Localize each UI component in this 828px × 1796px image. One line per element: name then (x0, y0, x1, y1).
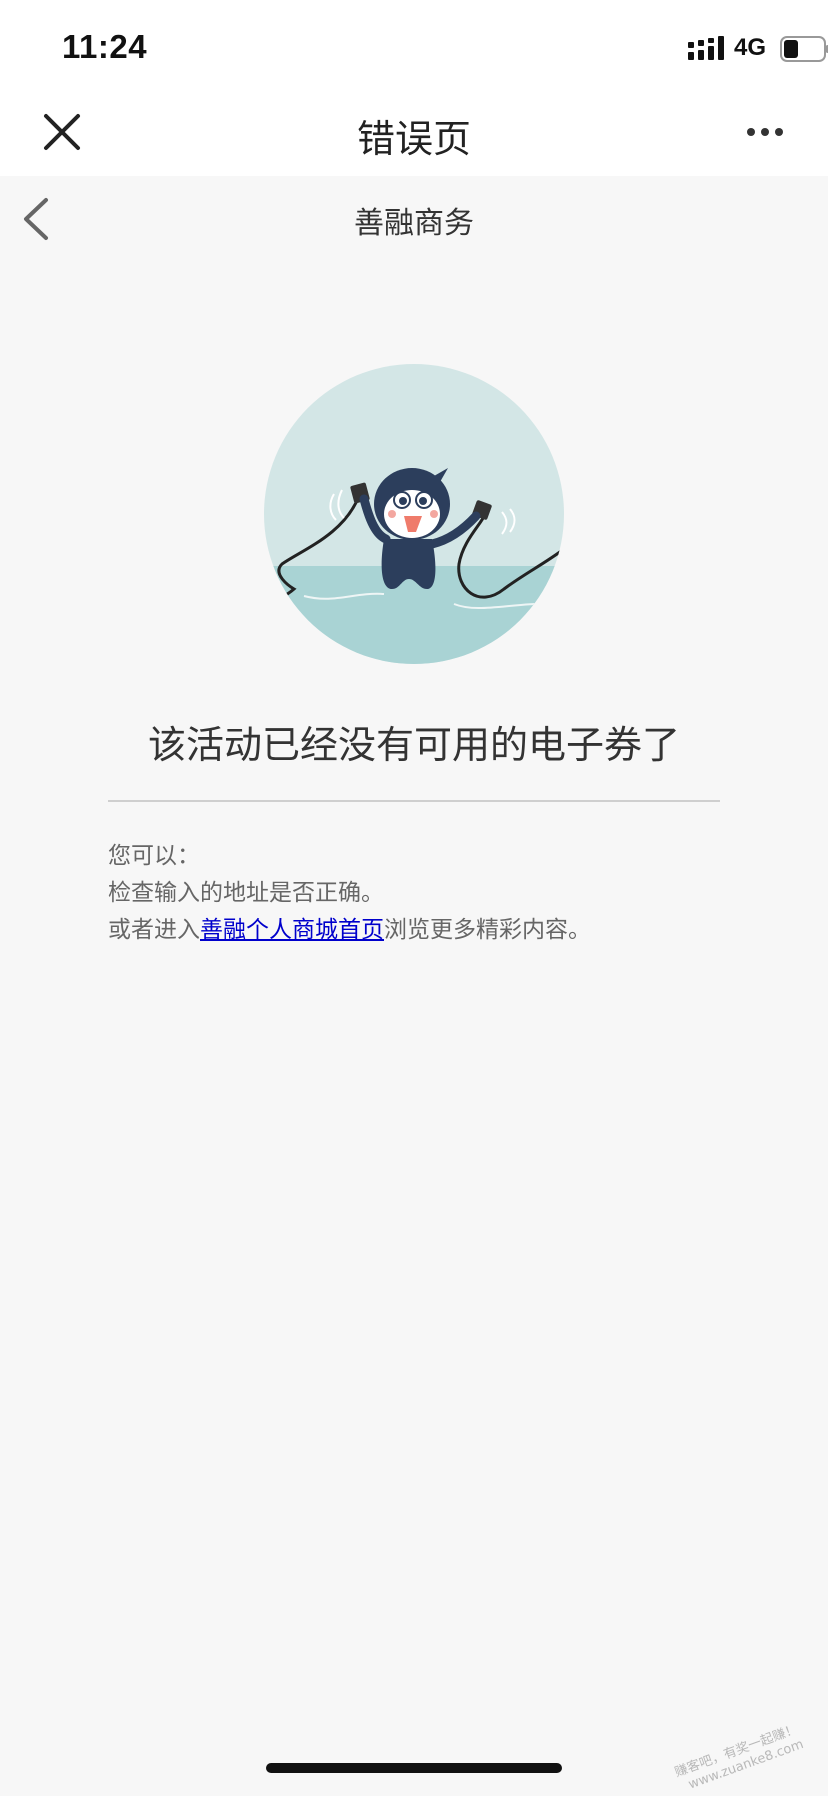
status-time: 11:24 (62, 28, 147, 66)
more-icon[interactable] (746, 118, 784, 146)
tip-check-address: 检查输入的地址是否正确。 (108, 875, 748, 912)
tip-suffix: 浏览更多精彩内容。 (384, 917, 591, 943)
sub-header-title: 善融商务 (0, 198, 828, 242)
mall-home-link[interactable]: 善融个人商城首页 (200, 917, 384, 943)
sub-header: 善融商务 (0, 176, 828, 264)
battery-icon (780, 36, 828, 62)
status-bar: 11:24 4G (0, 0, 828, 88)
nav-bar: 错误页 (0, 88, 828, 176)
network-type: 4G (734, 34, 766, 62)
unplugged-mascot-illustration (264, 364, 564, 664)
tip-prefix: 或者进入 (108, 917, 200, 943)
error-message: 该活动已经没有可用的电子券了 (0, 714, 828, 769)
watermark: 赚客吧，有奖一起赚！ www.zuanke8.com (673, 1722, 806, 1796)
cellular-signal-icon (688, 36, 724, 62)
home-indicator[interactable] (266, 1763, 562, 1773)
tips-section: 您可以： 检查输入的地址是否正确。 或者进入善融个人商城首页浏览更多精彩内容。 (108, 838, 748, 949)
tip-visit-mall: 或者进入善融个人商城首页浏览更多精彩内容。 (108, 912, 748, 949)
page-title: 错误页 (0, 108, 828, 163)
divider (108, 800, 720, 802)
tips-heading: 您可以： (108, 838, 748, 875)
